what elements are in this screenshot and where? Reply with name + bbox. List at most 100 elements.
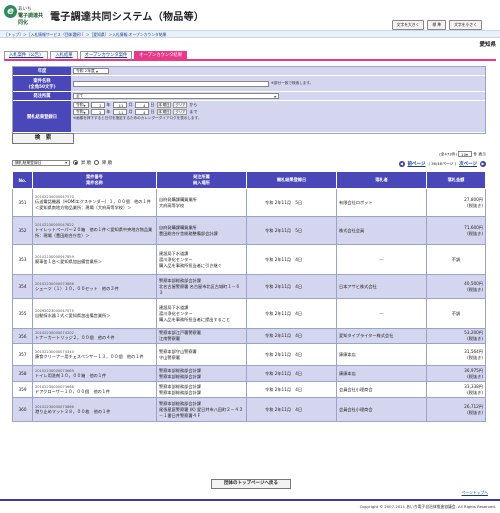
tab-bid-results[interactable]: 入札結果: [50, 51, 78, 59]
amount-tax: (税抜き): [467, 373, 483, 379]
table-row[interactable]: 355 20092023000047075 自動採水器１式＜愛知県加出備営業所＞ 建設…: [12, 298, 486, 329]
year-select-value: 令和 2年度: [76, 68, 95, 73]
page-top-link[interactable]: ページトップへ: [461, 490, 488, 496]
page-nav: ◀ 前ページ ( 36/48ページ ) 次ページ ▶: [398, 161, 486, 167]
breadcrumb-text[interactable]: ［トップ］＞［入札情報サービス（団体選択）］＞［愛知県］＞入札情報:オープンカウ…: [4, 32, 166, 37]
case-name[interactable]: 自動採水器１式＜愛知県加出備営業所＞: [35, 313, 154, 319]
row-case[interactable]: 20102230000047822 トイレットペーパー２０箱 他の１件＜愛知県中央…: [32, 216, 157, 245]
to-year-unit: 年: [106, 109, 111, 114]
row-date: 令和 2年11月 5日: [246, 188, 337, 217]
header: e あいち 電子調達共同化 電子調達共同システム（物品等） 文字を大きく 標 準…: [0, 0, 500, 30]
from-month-input[interactable]: 11: [112, 102, 127, 108]
table-row[interactable]: 356 20102230000074202 トナーカートリッジ２，００個 他の４件警…: [12, 328, 486, 344]
row-date: 令和 2年11月 4日: [246, 244, 337, 275]
back-to-org-top-button[interactable]: 団体のトップページへ戻る: [211, 479, 291, 489]
case-name[interactable]: トイレットペーパー２０箱 他の１件＜愛知県中央地方物品業所：現場（豊田総合庁舎）…: [35, 227, 154, 239]
per-page-select[interactable]: 10 ▾: [458, 151, 473, 157]
col-amount: 落札金額: [426, 171, 486, 189]
font-large-button[interactable]: 文字を大きく: [391, 20, 425, 30]
case-name[interactable]: 伝送電話機器（HOMIエクステンダー）１，００個 他の１件＜愛知県南地方物品業所…: [35, 199, 154, 211]
search-button[interactable]: 検 索: [12, 133, 74, 144]
next-page-link[interactable]: 次ページ: [459, 161, 477, 167]
to-month-input[interactable]: 11: [112, 109, 127, 115]
tab-bid-notice[interactable]: 入札案件（公告）: [4, 51, 49, 59]
row-date: 令和 2年11月 4日: [246, 397, 337, 422]
tab-bar: 入札案件（公告） 入札結果 オープンカウンタ案件 オープンカウンタ結果: [4, 51, 187, 59]
to-era-select[interactable]: 令和 ▾: [73, 109, 89, 115]
name-label-box: 案件名称 (全角50文字): [13, 76, 71, 91]
row-agency: 警察本部江戸署警察署 江南警察署: [156, 328, 247, 344]
case-name[interactable]: ドアクローザー１０，００個 他の１件: [35, 389, 154, 395]
from-era-value: 令和: [76, 102, 84, 107]
agency-select[interactable]: 全て ▾: [73, 93, 279, 99]
to-calendar-button[interactable]: 本 曜日: [156, 109, 172, 115]
prev-arrow-icon[interactable]: ◀: [398, 161, 405, 167]
table-row[interactable]: 353 20102230000047859 廃車缶１台＜愛知県加出備営業所＞ 建設局下…: [12, 244, 486, 275]
row-case[interactable]: 20102230000074202 トナーカートリッジ２，００個 他の４件: [32, 328, 157, 344]
case-name[interactable]: 康食クリーナー用チェスペンサー１３，００個 他の１件: [35, 354, 154, 360]
row-no: 353: [12, 244, 33, 275]
tab-open-counter[interactable]: オープンカウンタ案件: [79, 51, 133, 59]
row-no: 358: [12, 365, 33, 382]
from-year-input[interactable]: 2: [90, 102, 105, 108]
agency-label: 発注所属: [13, 92, 71, 100]
font-size-controls: 文字を大きく 標 準 文字を小さく: [391, 20, 482, 30]
font-small-button[interactable]: 文字を小さく: [449, 20, 482, 30]
logo[interactable]: e あいち 電子調達共同化: [4, 5, 46, 26]
breadcrumb: ［トップ］＞［入札情報サービス（団体選択）］＞［愛知県］＞入札情報:オープンカウ…: [0, 30, 500, 38]
case-name[interactable]: トイレ用洗剤１０，００箱 他の１件: [35, 373, 154, 379]
next-arrow-icon[interactable]: ▶: [480, 161, 486, 167]
row-agency: 警察本部総務部会計課 警察本部総務部会計課: [156, 365, 247, 382]
row-winner: 康康本店: [336, 343, 427, 366]
row-agency: 自府発購課購買業所 大府高等学校: [156, 188, 247, 217]
table-row[interactable]: 352 20102230000047822 トイレットペーパー２０箱 他の１件＜愛知…: [12, 216, 486, 245]
amount-tax: (税抜き): [467, 202, 483, 208]
table-row[interactable]: 359 20102230000073668 ドアクローザー１０，００個 他の１件 警察…: [12, 381, 486, 398]
row-winner: ---: [336, 298, 427, 329]
sort-asc-label: 昇 順: [81, 160, 91, 166]
row-case[interactable]: 20102230000073669 トイレ用洗剤１０，００箱 他の１件: [32, 365, 157, 382]
amount-tax: (税抜き): [467, 389, 483, 395]
sort-asc-radio[interactable]: [73, 160, 78, 165]
from-calendar-button[interactable]: 本 曜日: [156, 102, 172, 108]
case-name-input[interactable]: [73, 80, 269, 87]
table-row[interactable]: 351 20102230000047570 伝送電話機器（HOMIエクステンダー）１…: [12, 188, 486, 217]
row-case[interactable]: 20102230000073886 シェーツ（１）１０，００セット 他の３件: [32, 274, 157, 299]
from-era-select[interactable]: 令和 ▾: [73, 102, 89, 108]
year-select[interactable]: 令和 2年度 ▾: [73, 68, 109, 74]
case-name[interactable]: 港り止めマット２８，００枚 他の１件: [35, 409, 154, 415]
sort-desc-radio[interactable]: [93, 160, 99, 165]
to-day-input[interactable]: 4: [134, 109, 149, 115]
results-table: No. 案件番号 案件名称 発注所属 納入場所 開札結果登録日 落札者 落札金額…: [12, 171, 486, 422]
sort-field-select[interactable]: 開札結果登録日 ▾: [12, 159, 70, 166]
row-amount: 71,600円 (税抜き): [426, 216, 486, 245]
row-case[interactable]: 20092023000047075 自動採水器１式＜愛知県加出備営業所＞: [32, 298, 157, 329]
row-case[interactable]: 20102230000047859 廃車缶１台＜愛知県加出備営業所＞: [32, 244, 157, 275]
table-row[interactable]: 354 20102230000073886 シェーツ（１）１０，００セット 他の３件…: [12, 274, 486, 299]
row-no: 354: [12, 274, 33, 299]
row-agency: 警察本部総務部会計課 北名古屋警察署 名古屋市北区古城町１－６３: [156, 274, 247, 299]
font-standard-button[interactable]: 標 準: [427, 20, 447, 30]
case-name[interactable]: シェーツ（１）１０，００セット 他の３件: [35, 286, 154, 292]
to-month-unit: 月: [128, 109, 133, 114]
case-name[interactable]: 廃車缶１台＜愛知県加出備営業所＞: [35, 259, 154, 265]
amount-value: 不調: [451, 310, 461, 316]
to-year-input[interactable]: 2: [90, 109, 105, 115]
calendar-hint: ※画像を押下すると日付を指定するためのカレンダーダイアログを表示します。: [73, 116, 202, 120]
date-to-row: 令和 ▾ 2年 11 月 4日 本 曜日 クリア まで: [73, 109, 197, 115]
row-date: 令和 2年11月 4日: [246, 328, 337, 344]
table-row[interactable]: 358 20102230000073669 トイレ用洗剤１０，００箱 他の１件 警察本…: [12, 365, 486, 382]
row-case[interactable]: 20102230000073866 港り止めマット２８，００枚 他の１件: [32, 397, 157, 422]
tab-open-counter-results[interactable]: オープンカウンタ結果: [134, 51, 187, 59]
row-case[interactable]: 20102230000074340 康食クリーナー用チェスペンサー１３，００個 他…: [32, 343, 157, 366]
table-row[interactable]: 357 20102230000074340 康食クリーナー用チェスペンサー１３，００…: [12, 343, 486, 366]
from-clear-button[interactable]: クリア: [173, 102, 188, 108]
from-day-input[interactable]: 4: [134, 102, 149, 108]
table-row[interactable]: 360 20102230000073866 港り止めマット２８，００枚 他の１件 警察…: [12, 397, 486, 422]
prev-page-link[interactable]: 前ページ: [408, 161, 426, 167]
row-case[interactable]: 20102230000047570 伝送電話機器（HOMIエクステンダー）１，００…: [32, 188, 157, 217]
to-clear-button[interactable]: クリア: [173, 109, 188, 115]
row-agency: 建設局下水道課 渡川浄化センター 購入品を事務所担当者に引き継ぐ: [156, 244, 247, 275]
case-name[interactable]: トナーカートリッジ２，００個 他の４件: [35, 335, 154, 341]
row-case[interactable]: 20102230000073668 ドアクローザー１０，００個 他の１件: [32, 381, 157, 398]
